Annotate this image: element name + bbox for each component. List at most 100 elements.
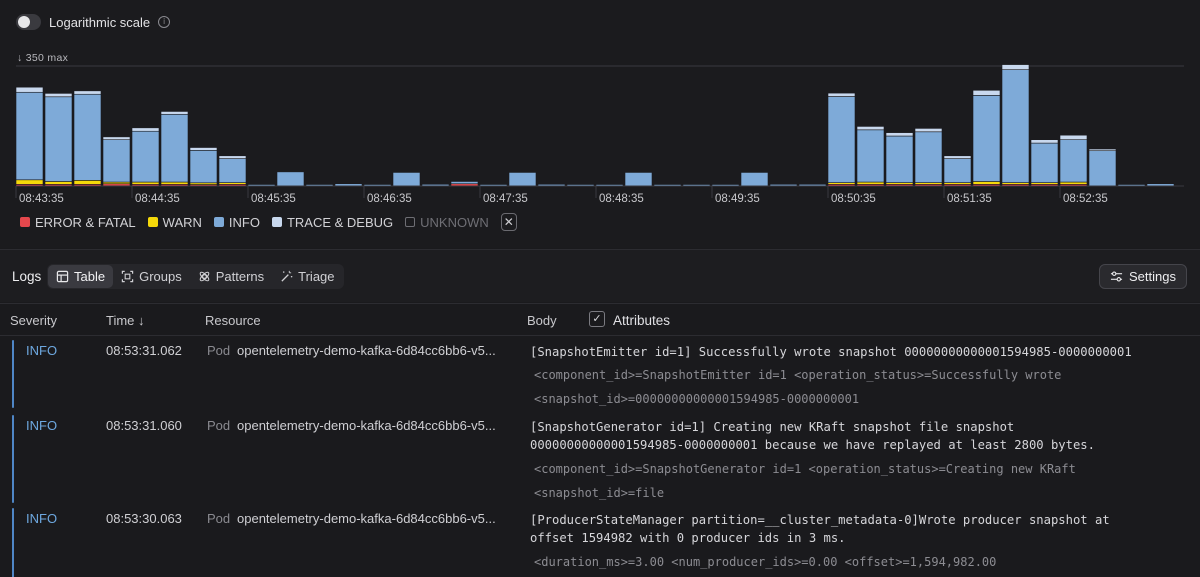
legend-item-info[interactable]: INFO	[213, 214, 260, 230]
histogram-bar-trace	[102, 136, 131, 140]
histogram-bar-info	[15, 91, 44, 181]
legend-item-warn[interactable]: WARN	[147, 214, 202, 230]
row-attribute: <component_id>=SnapshotGenerator id=1 <o…	[534, 462, 1076, 476]
x-tick-label: 08:45:35	[251, 193, 296, 205]
legend-item-unknown[interactable]: UNKNOWN	[405, 215, 489, 230]
row-body: [SnapshotEmitter id=1] Successfully wrot…	[530, 345, 1132, 359]
legend-swatch-unknown	[405, 217, 416, 227]
patterns-icon	[199, 271, 209, 282]
histogram-bar-info	[1059, 139, 1088, 183]
legend-item-trace[interactable]: TRACE & DEBUG	[271, 214, 394, 230]
row-attribute: <snapshot_id>=00000000000001594985-00000…	[534, 392, 860, 406]
table-row[interactable]: INFO 08:53:31.060 Pod opentelemetry-demo…	[0, 411, 1200, 505]
table-row[interactable]: INFO 08:53:30.063 Pod opentelemetry-demo…	[0, 504, 1200, 577]
legend-label-trace: TRACE & DEBUG	[286, 214, 394, 230]
row-time: 08:53:31.060	[106, 418, 182, 433]
histogram-bar-info	[914, 131, 943, 183]
log-scale-toggle[interactable]	[16, 14, 41, 30]
histogram-bar-info	[392, 172, 421, 187]
legend-label-info: INFO	[228, 214, 260, 230]
row-resource-type: Pod	[207, 511, 231, 526]
info-icon[interactable]: i	[158, 16, 171, 28]
x-tick-label: 08:44:35	[135, 193, 180, 205]
histogram-bar-warn	[131, 181, 160, 185]
groups-icon	[121, 270, 134, 283]
logs-label: Logs	[12, 269, 42, 284]
row-resource: opentelemetry-demo-kafka-6d84cc6bb6-v5..…	[237, 418, 496, 433]
row-severity: INFO	[26, 511, 58, 526]
histogram-bar-trace	[73, 90, 102, 95]
histogram-bar-trace	[885, 132, 914, 137]
histogram-bar-warn	[44, 181, 73, 185]
histogram-bar-trace	[943, 155, 972, 159]
row-attribute: <component_id>=SnapshotEmitter id=1 <ope…	[534, 368, 1062, 382]
histogram-bar-warn	[15, 179, 44, 185]
x-tick-label: 08:49:35	[715, 193, 760, 205]
log-scale-toggle-row: Logarithmic scale i	[16, 14, 171, 30]
close-icon[interactable]: ✕	[500, 213, 517, 231]
histogram-bar-warn	[856, 181, 885, 185]
log-volume-histogram[interactable]: 08:43:35 08:44:35 08:45:35 08:46:35 08:47:35…	[0, 60, 1200, 210]
histogram-bar-warn	[972, 181, 1001, 185]
column-severity[interactable]: Severity	[10, 313, 57, 328]
histogram-bar-trace	[189, 147, 218, 151]
row-severity: INFO	[26, 343, 58, 358]
table-icon	[56, 270, 69, 283]
row-body: [ProducerStateManager partition=__cluste…	[530, 513, 1110, 545]
histogram-bar-trace	[1088, 148, 1117, 152]
histogram-bar-trace	[1059, 134, 1088, 140]
column-body[interactable]: Body	[527, 313, 557, 328]
settings-label: Settings	[1129, 269, 1176, 284]
histogram-bar-info	[102, 139, 131, 183]
x-tick-label: 08:48:35	[599, 193, 644, 205]
histogram-bar-warn	[1059, 181, 1088, 185]
tab-patterns[interactable]: Patterns	[190, 265, 272, 288]
column-time[interactable]: Time ↓	[106, 313, 145, 328]
histogram-legend: ERROR & FATAL WARN INFO TRACE & DEBUG UN…	[20, 213, 517, 231]
tab-patterns-label: Patterns	[215, 269, 265, 284]
histogram-bar-trace	[15, 86, 44, 93]
tab-table[interactable]: Table	[48, 265, 114, 288]
histogram-bar-info	[1001, 69, 1030, 183]
histogram-bar-trace	[131, 127, 160, 132]
row-resource: opentelemetry-demo-kafka-6d84cc6bb6-v5..…	[237, 343, 496, 358]
histogram-bar-info	[276, 171, 305, 187]
tab-table-label: Table	[74, 269, 106, 284]
tab-groups[interactable]: Groups	[113, 265, 190, 288]
histogram-bar-trace	[972, 89, 1001, 96]
histogram-bar-info	[972, 95, 1001, 182]
row-resource: opentelemetry-demo-kafka-6d84cc6bb6-v5..…	[237, 511, 496, 526]
histogram-bar-info	[740, 172, 769, 187]
histogram-bar-trace	[1001, 64, 1030, 70]
legend-label-warn: WARN	[162, 214, 202, 230]
histogram-bar-trace	[44, 93, 73, 98]
row-time: 08:53:31.062	[106, 343, 182, 358]
histogram-bar-info	[218, 158, 247, 183]
row-time: 08:53:30.063	[106, 511, 182, 526]
row-severity: INFO	[26, 418, 58, 433]
severity-indicator	[12, 415, 14, 503]
histogram-bar-info	[508, 172, 537, 187]
column-resource[interactable]: Resource	[205, 313, 261, 328]
attributes-checkbox[interactable]: ✓	[589, 311, 605, 327]
legend-swatch-trace	[271, 217, 282, 227]
x-tick-label: 08:50:35	[831, 193, 876, 205]
x-tick-label: 08:47:35	[483, 193, 528, 205]
histogram-bar-trace	[827, 92, 856, 97]
sliders-icon	[1110, 271, 1123, 282]
attributes-label: Attributes	[613, 313, 671, 328]
histogram-bar-info	[827, 96, 856, 183]
histogram-bar-info	[624, 172, 653, 187]
histogram-bar-info	[73, 93, 102, 181]
legend-label-error: ERROR & FATAL	[35, 214, 136, 230]
table-row[interactable]: INFO 08:53:31.062 Pod opentelemetry-demo…	[0, 336, 1200, 410]
settings-button[interactable]: Settings	[1099, 264, 1187, 289]
histogram-panel: Logarithmic scale i ↓ 350 max 08:43:35 08…	[0, 0, 1200, 248]
histogram-bar-info	[44, 96, 73, 182]
legend-item-error[interactable]: ERROR & FATAL	[20, 215, 136, 230]
histogram-bar-info	[1088, 150, 1117, 187]
severity-indicator	[12, 508, 14, 577]
histogram-bar-warn	[160, 181, 189, 185]
legend-swatch-warn	[147, 217, 158, 227]
tab-triage[interactable]: Triage	[272, 265, 342, 288]
